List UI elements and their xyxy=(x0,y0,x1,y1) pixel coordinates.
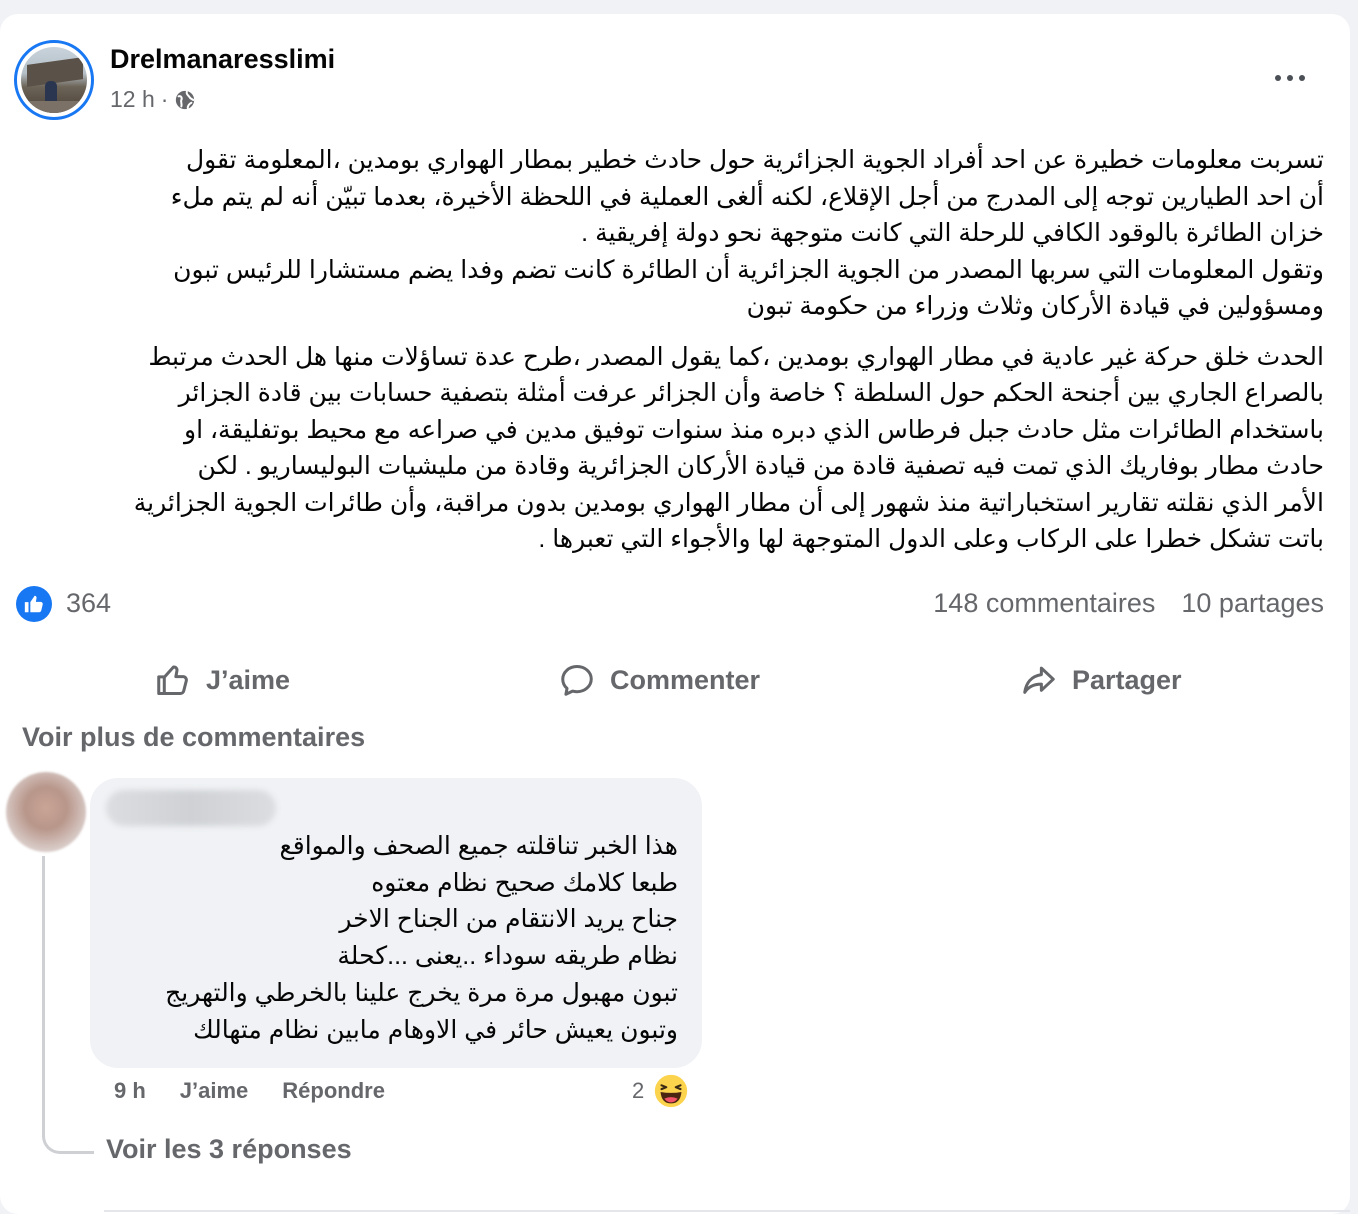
post-line: ومسؤولين في قيادة الأركان وثلاث وزراء من… xyxy=(746,292,1324,320)
action-bar: J’aime Commenter Partager xyxy=(0,642,1350,718)
comment-like-button[interactable]: J’aime xyxy=(180,1078,249,1104)
post-line: الأمر الذي نقلته تقارير استخباراتية منذ … xyxy=(133,488,1324,517)
post-stats: 148 commentaires 10 partages xyxy=(933,588,1324,619)
more-comments-link[interactable]: Voir plus de commentaires xyxy=(22,722,365,753)
comment-time[interactable]: 9 h xyxy=(114,1078,146,1104)
share-button[interactable]: Partager xyxy=(1020,642,1182,718)
comment-reply-button[interactable]: Répondre xyxy=(282,1078,385,1104)
comment-line: جناح يريد الانتقام من الجناح الاخر xyxy=(339,905,678,934)
like-count[interactable]: 364 xyxy=(66,588,111,619)
comment-line: هذا الخبر تناقلته جميع الصحف والمواقع xyxy=(279,832,678,860)
comment-meta: 9 h J’aime Répondre xyxy=(114,1078,385,1104)
post-line: باستخدام الطائرات مثل حادث جبل فرطاس الذ… xyxy=(184,415,1324,444)
post-meta: 12 h · xyxy=(110,86,196,113)
comment-bubble-icon xyxy=(561,665,593,696)
commenter-name[interactable] xyxy=(106,790,276,826)
post-line: خزان الطائرة بالوقود الكافي للرحلة التي … xyxy=(581,219,1324,247)
thumbs-up-icon xyxy=(24,595,43,613)
post-paragraph-1: تسربت معلومات خطيرة عن احد أفراد الجوية … xyxy=(12,142,1324,325)
meta-separator: · xyxy=(160,86,169,112)
globe-icon[interactable] xyxy=(174,89,196,111)
post-body: تسربت معلومات خطيرة عن احد أفراد الجوية … xyxy=(12,142,1324,558)
like-reaction-icon[interactable] xyxy=(16,586,52,622)
post-line: وتقول المعلومات التي سربها المصدر من الج… xyxy=(173,255,1324,284)
avatar-image xyxy=(21,47,87,113)
post-time[interactable]: 12 h xyxy=(110,86,155,113)
divider xyxy=(104,1210,1350,1212)
share-arrow-icon xyxy=(1023,666,1055,694)
comment-line: طبعا كلامك صحيح نظام معتوه xyxy=(371,868,678,897)
comment-line: تبون مهبول مرة مرة يخرج علينا بالخرطي وا… xyxy=(165,978,678,1007)
post-line: بالصراع الجاري بين أجنحة الحكم حول السلط… xyxy=(178,379,1324,407)
comment-line: نظام طريقه سوداء ..يعنى ...كحلة xyxy=(337,942,678,971)
like-button[interactable]: J’aime xyxy=(154,642,290,718)
more-options-icon[interactable] xyxy=(1268,66,1312,90)
comment-button-label: Commenter xyxy=(610,664,761,695)
share-count[interactable]: 10 partages xyxy=(1181,588,1324,619)
comment-reaction-count[interactable]: 2 xyxy=(632,1078,644,1104)
post-card: Drelmanaresslimi 12 h · تسربت معلومات خط… xyxy=(0,14,1350,1214)
thumbs-up-outline-icon xyxy=(157,665,188,695)
view-replies-link[interactable]: Voir les 3 réponses xyxy=(106,1134,352,1165)
share-button-label: Partager xyxy=(1072,664,1182,695)
post-line: تسربت معلومات خطيرة عن احد أفراد الجوية … xyxy=(185,146,1324,174)
post-paragraph-2: الحدث خلق حركة غير عادية في مطار الهواري… xyxy=(12,339,1324,558)
post-line: باتت تشكل خطرا على الركاب وعلى الدول الم… xyxy=(538,525,1324,553)
comment-button[interactable]: Commenter xyxy=(558,642,760,718)
comment-count[interactable]: 148 commentaires xyxy=(933,588,1155,619)
comment-text: هذا الخبر تناقلته جميع الصحف والمواقع طب… xyxy=(98,828,678,1048)
haha-emoji-icon[interactable] xyxy=(652,1072,690,1110)
comment-bubble: هذا الخبر تناقلته جميع الصحف والمواقع طب… xyxy=(90,778,702,1068)
post-line: أن احد الطيارين توجه إلى المدرج من أجل ا… xyxy=(170,182,1324,211)
post-line: الحدث خلق حركة غير عادية في مطار الهواري… xyxy=(148,342,1324,371)
thread-connector xyxy=(42,856,94,1154)
author-avatar[interactable] xyxy=(14,40,94,120)
post-line: حادث مطار بوفاريك الذي تمت فيه تصفية قاد… xyxy=(197,452,1324,480)
author-name[interactable]: Drelmanaresslimi xyxy=(110,44,335,75)
like-button-label: J’aime xyxy=(206,664,291,695)
comment-line: وتبون يعيش حائر في الاوهام مابين نظام مت… xyxy=(193,1015,678,1044)
commenter-avatar[interactable] xyxy=(6,772,86,852)
